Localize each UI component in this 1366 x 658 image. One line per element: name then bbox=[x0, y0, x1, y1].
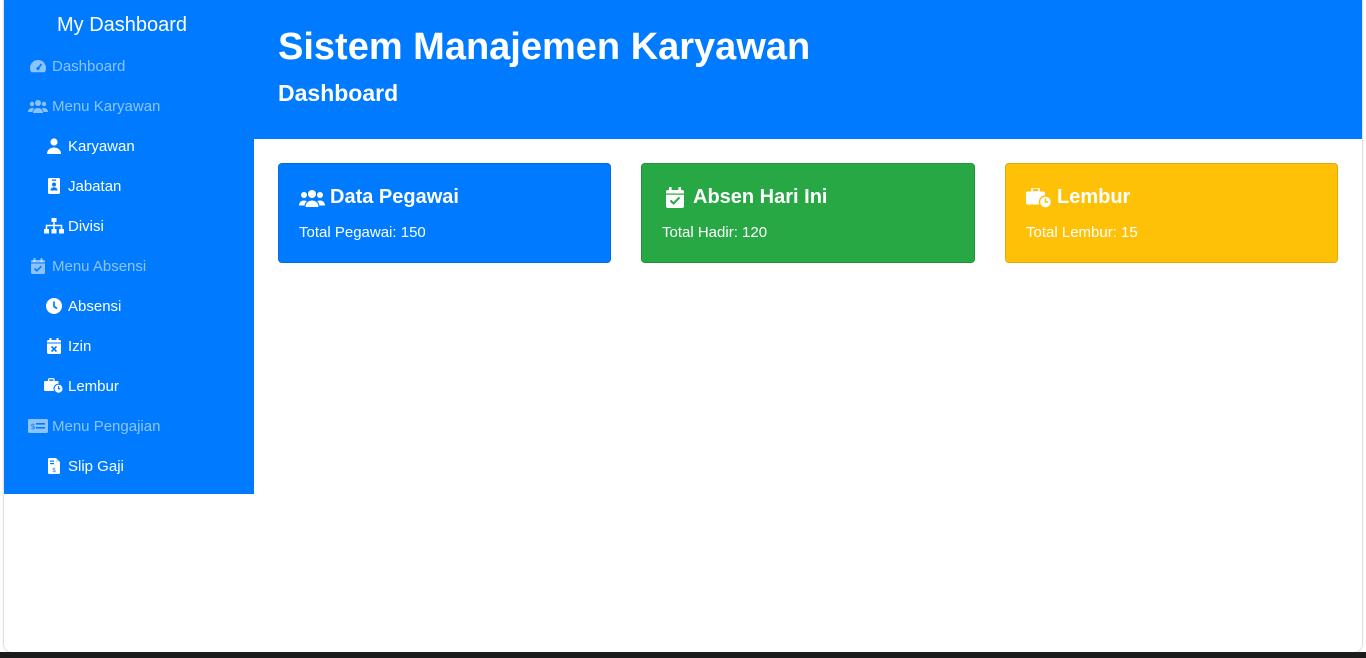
sidebar-item-label: Dashboard bbox=[52, 57, 126, 75]
users-icon bbox=[28, 98, 48, 114]
svg-text:$: $ bbox=[31, 422, 36, 431]
sidebar-item-label: Jabatan bbox=[68, 177, 122, 195]
card-absen-hari-ini[interactable]: Absen Hari Ini Total Hadir: 120 bbox=[641, 163, 975, 263]
file-invoice-dollar-icon: $ bbox=[44, 458, 64, 474]
sidebar-item-menu-absensi[interactable]: Menu Absensi bbox=[28, 254, 146, 278]
business-time-icon bbox=[1026, 187, 1052, 209]
card-title-row: Lembur bbox=[1026, 186, 1130, 209]
users-icon bbox=[299, 187, 325, 209]
sidebar-item-dashboard[interactable]: Dashboard bbox=[28, 54, 125, 78]
card-title-row: Absen Hari Ini bbox=[662, 186, 827, 209]
sidebar-item-label: Slip Gaji bbox=[68, 457, 124, 475]
id-badge-icon bbox=[44, 178, 64, 194]
sidebar-item-menu-pengajian[interactable]: $ Menu Pengajian bbox=[28, 414, 160, 438]
card-text: Total Pegawai: 150 bbox=[299, 224, 426, 241]
sidebar-item-menu-karyawan[interactable]: Menu Karyawan bbox=[28, 94, 160, 118]
sidebar-brand[interactable]: My Dashboard bbox=[57, 14, 187, 37]
clock-icon bbox=[44, 298, 64, 314]
sidebar-item-label: Menu Pengajian bbox=[52, 417, 161, 435]
page-header: Sistem Manajemen Karyawan Dashboard bbox=[254, 0, 1362, 139]
sidebar-item-karyawan[interactable]: Karyawan bbox=[44, 134, 135, 158]
sidebar-item-absensi[interactable]: Absensi bbox=[44, 294, 121, 318]
page-title: Sistem Manajemen Karyawan bbox=[278, 26, 811, 68]
calendar-check-icon bbox=[28, 258, 48, 274]
sidebar-item-label: Izin bbox=[68, 337, 92, 355]
tachometer-icon bbox=[28, 58, 48, 74]
sidebar: My Dashboard Dashboard Menu Karyawan Kar… bbox=[4, 0, 254, 494]
sitemap-icon bbox=[44, 218, 64, 234]
sidebar-item-label: Lembur bbox=[68, 377, 119, 395]
card-text: Total Hadir: 120 bbox=[662, 224, 768, 241]
business-time-icon bbox=[44, 378, 64, 394]
calendar-times-icon bbox=[44, 338, 64, 354]
sidebar-item-slip-gaji[interactable]: $ Slip Gaji bbox=[44, 454, 124, 478]
sidebar-item-label: Menu Absensi bbox=[52, 257, 147, 275]
app-window: My Dashboard Dashboard Menu Karyawan Kar… bbox=[4, 0, 1362, 652]
card-data-pegawai[interactable]: Data Pegawai Total Pegawai: 150 bbox=[278, 163, 611, 263]
card-title: Absen Hari Ini bbox=[693, 186, 828, 208]
taskbar-edge bbox=[0, 652, 1366, 658]
card-lembur[interactable]: Lembur Total Lembur: 15 bbox=[1005, 163, 1338, 263]
sidebar-item-izin[interactable]: Izin bbox=[44, 334, 91, 358]
user-icon bbox=[44, 138, 64, 154]
sidebar-item-label: Menu Karyawan bbox=[52, 97, 161, 115]
sidebar-item-jabatan[interactable]: Jabatan bbox=[44, 174, 121, 198]
sidebar-item-label: Divisi bbox=[68, 217, 104, 235]
calendar-check-icon bbox=[662, 187, 688, 209]
sidebar-item-divisi[interactable]: Divisi bbox=[44, 214, 104, 238]
money-check-icon: $ bbox=[28, 418, 48, 434]
card-title-row: Data Pegawai bbox=[299, 186, 459, 209]
page-subtitle: Dashboard bbox=[278, 80, 399, 106]
card-title: Lembur bbox=[1057, 186, 1131, 208]
card-title: Data Pegawai bbox=[330, 186, 459, 208]
card-text: Total Lembur: 15 bbox=[1026, 224, 1138, 241]
sidebar-item-label: Absensi bbox=[68, 297, 122, 315]
svg-text:$: $ bbox=[52, 466, 56, 474]
sidebar-item-lembur[interactable]: Lembur bbox=[44, 374, 119, 398]
sidebar-item-label: Karyawan bbox=[68, 137, 135, 155]
